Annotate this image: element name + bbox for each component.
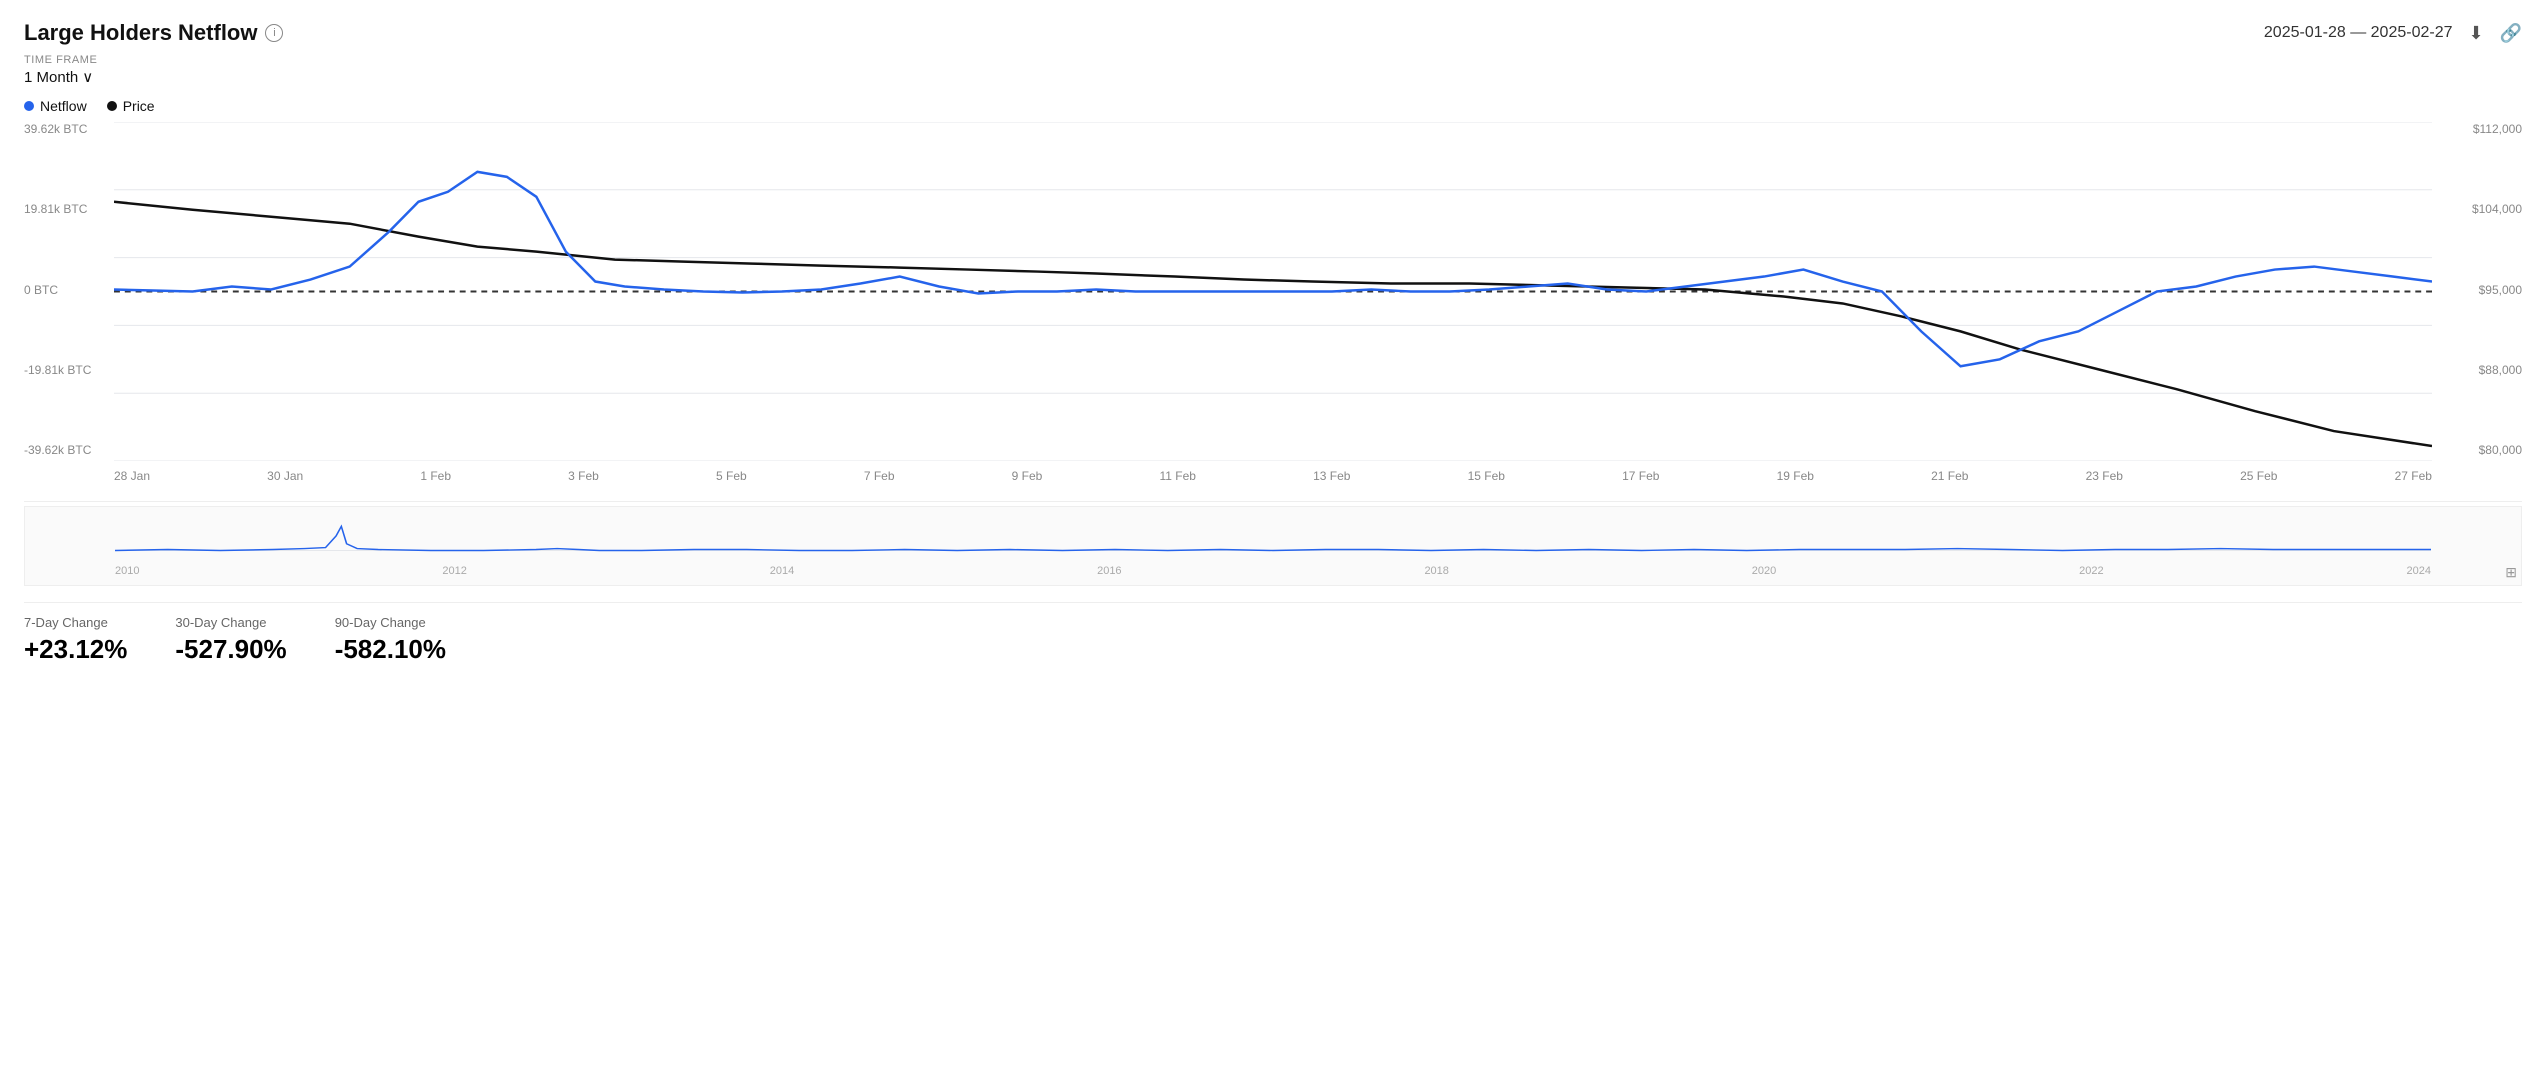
legend: Netflow Price (24, 98, 2522, 114)
date-range: 2025-01-28 — 2025-02-27 (2264, 24, 2453, 42)
legend-netflow: Netflow (24, 98, 87, 114)
mini-x-4: 2018 (1424, 565, 1448, 577)
x-label-12: 21 Feb (1931, 469, 1968, 483)
mini-chart-icon[interactable]: ⊞ (2505, 564, 2517, 581)
x-label-5: 7 Feb (864, 469, 895, 483)
legend-netflow-label: Netflow (40, 98, 87, 114)
y-axis-right: $112,000 $104,000 $95,000 $88,000 $80,00… (2432, 122, 2522, 461)
x-label-3: 3 Feb (568, 469, 599, 483)
main-chart: 39.62k BTC 19.81k BTC 0 BTC -19.81k BTC … (24, 122, 2522, 502)
y-axis-left: 39.62k BTC 19.81k BTC 0 BTC -19.81k BTC … (24, 122, 114, 461)
y-right-3: $88,000 (2479, 363, 2522, 377)
mini-x-axis: 2010 2012 2014 2016 2018 2020 2022 2024 (115, 565, 2431, 585)
netflow-dot (24, 101, 34, 111)
y-left-0: 39.62k BTC (24, 122, 114, 136)
x-label-2: 1 Feb (420, 469, 451, 483)
y-left-2: 0 BTC (24, 283, 114, 297)
link-icon[interactable]: 🔗 (2500, 23, 2522, 44)
x-label-14: 25 Feb (2240, 469, 2277, 483)
mini-x-5: 2020 (1752, 565, 1776, 577)
stat-7day-label: 7-Day Change (24, 615, 127, 630)
header-right: 2025-01-28 — 2025-02-27 ⬇ 🔗 (2264, 23, 2522, 44)
mini-x-6: 2022 (2079, 565, 2103, 577)
download-icon[interactable]: ⬇ (2468, 23, 2483, 44)
timeframe-label: TIME FRAME (24, 54, 2522, 66)
mini-x-2: 2014 (770, 565, 794, 577)
y-right-2: $95,000 (2479, 283, 2522, 297)
page-title: Large Holders Netflow (24, 20, 257, 46)
stat-90day-value: -582.10% (335, 634, 446, 665)
legend-price: Price (107, 98, 155, 114)
timeframe-value: 1 Month (24, 69, 78, 86)
x-label-15: 27 Feb (2395, 469, 2432, 483)
x-label-9: 15 Feb (1468, 469, 1505, 483)
stat-7day: 7-Day Change +23.12% (24, 615, 127, 665)
mini-x-0: 2010 (115, 565, 139, 577)
title-row: Large Holders Netflow i (24, 20, 283, 46)
x-label-10: 17 Feb (1622, 469, 1659, 483)
x-label-7: 11 Feb (1159, 469, 1195, 483)
y-left-3: -19.81k BTC (24, 363, 114, 377)
y-left-1: 19.81k BTC (24, 202, 114, 216)
y-right-4: $80,000 (2479, 443, 2522, 457)
x-label-11: 19 Feb (1777, 469, 1814, 483)
main-svg (114, 122, 2432, 461)
mini-x-1: 2012 (442, 565, 466, 577)
stat-7day-value: +23.12% (24, 634, 127, 665)
mini-x-7: 2024 (2407, 565, 2431, 577)
chart-svg-area (114, 122, 2432, 461)
page-container: Large Holders Netflow i 2025-01-28 — 202… (0, 0, 2546, 685)
x-label-13: 23 Feb (2086, 469, 2123, 483)
mini-chart-inner (115, 507, 2431, 565)
stat-90day: 90-Day Change -582.10% (335, 615, 446, 665)
info-icon[interactable]: i (265, 24, 283, 42)
stat-30day: 30-Day Change -527.90% (175, 615, 286, 665)
y-right-1: $104,000 (2472, 202, 2522, 216)
y-right-0: $112,000 (2473, 122, 2522, 136)
chart-wrapper: 39.62k BTC 19.81k BTC 0 BTC -19.81k BTC … (24, 122, 2522, 586)
mini-x-3: 2016 (1097, 565, 1121, 577)
mini-chart[interactable]: 2010 2012 2014 2016 2018 2020 2022 2024 … (24, 506, 2522, 586)
x-label-0: 28 Jan (114, 469, 150, 483)
x-label-4: 5 Feb (716, 469, 747, 483)
x-label-8: 13 Feb (1313, 469, 1350, 483)
x-label-1: 30 Jan (267, 469, 303, 483)
stat-30day-label: 30-Day Change (175, 615, 286, 630)
stat-90day-label: 90-Day Change (335, 615, 446, 630)
chevron-down-icon: ∨ (82, 68, 93, 86)
timeframe-section: TIME FRAME 1 Month ∨ (24, 54, 2522, 86)
price-dot (107, 101, 117, 111)
x-label-6: 9 Feb (1012, 469, 1043, 483)
legend-price-label: Price (123, 98, 155, 114)
timeframe-select[interactable]: 1 Month ∨ (24, 68, 2522, 86)
header: Large Holders Netflow i 2025-01-28 — 202… (24, 20, 2522, 46)
stats-row: 7-Day Change +23.12% 30-Day Change -527.… (24, 602, 2522, 665)
stat-30day-value: -527.90% (175, 634, 286, 665)
y-left-4: -39.62k BTC (24, 443, 114, 457)
mini-svg (115, 507, 2431, 565)
x-axis: 28 Jan 30 Jan 1 Feb 3 Feb 5 Feb 7 Feb 9 … (114, 461, 2432, 501)
